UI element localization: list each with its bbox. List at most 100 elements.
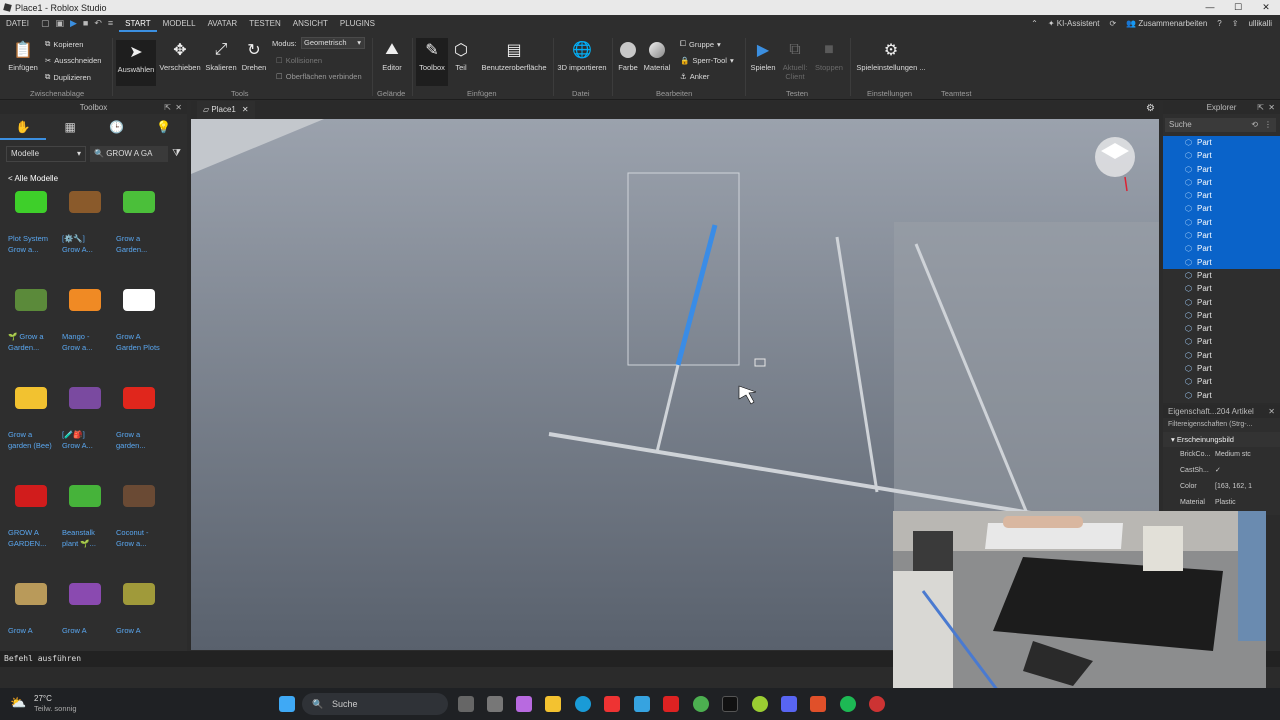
tab-marketplace-icon[interactable]: ✋ [0,114,47,140]
help-icon[interactable]: ? [1217,19,1221,28]
menu-testen[interactable]: TESTEN [243,15,287,32]
undo-icon[interactable]: ↶ [94,18,102,29]
lock-tool-button[interactable]: 🔒 Sperr-Tool ▾ [680,56,734,65]
collaborate-button[interactable]: 👥 Zusammenarbeiten [1126,19,1207,28]
start-icon[interactable] [279,696,295,712]
menu-datei[interactable]: DATEI [0,15,35,32]
roblox-studio-icon[interactable] [810,696,826,712]
explorer-row[interactable]: ⬡ Part [1163,282,1280,295]
play-button[interactable]: ▶ Spielen [748,40,778,72]
model-tile[interactable]: Plot System Grow a... [8,179,61,277]
app-color-icon[interactable] [869,696,885,712]
chrome-icon[interactable] [693,696,709,712]
part-button[interactable]: ⬡ Teil [450,40,472,72]
maximize-button[interactable]: ☐ [1224,0,1252,15]
task-view-icon[interactable] [458,696,474,712]
model-tile[interactable]: GROW A GARDEN... [8,473,61,571]
copy-button[interactable]: ⧉ Kopieren [45,39,83,49]
model-tile[interactable]: [🧪🎒] Grow A... [62,375,115,473]
viewport-settings-icon[interactable]: ⚙ [1146,103,1155,114]
toolbox-search-input[interactable]: 🔍 GROW A GA [90,146,169,162]
close-icon[interactable]: ✕ [242,105,249,114]
anchor-button[interactable]: ⚓ Anker [680,72,709,81]
explorer-row[interactable]: ⬡ Part [1163,322,1280,335]
minimize-button[interactable]: — [1196,0,1224,15]
explorer-row[interactable]: ⬡ Part [1163,375,1280,388]
model-tile[interactable]: Grow a garden (Bee) [8,375,61,473]
property-value[interactable]: [163, 162, 1 [1215,479,1280,495]
cut-button[interactable]: ✂ Ausschneiden [45,56,101,65]
play-icon[interactable]: ▶ [70,18,77,29]
history-icon[interactable]: ⟲ [1251,118,1258,132]
property-value[interactable]: ✓ [1215,463,1280,479]
property-value[interactable]: Medium stc [1215,447,1280,463]
popout-icon[interactable]: ⇱ [1257,101,1264,114]
close-icon[interactable]: ✕ [1268,405,1275,418]
gui-button[interactable]: ▤ Benutzeroberfläche [478,40,550,72]
terrain-editor-button[interactable]: ⛰ Editor [378,40,406,72]
explorer-row[interactable]: ⬡ Part [1163,255,1280,269]
property-row[interactable]: CastSh... ✓ [1163,463,1280,479]
redo-icon[interactable]: ≡ [108,18,113,29]
app-smile-icon[interactable] [752,696,768,712]
model-tile[interactable]: 🌱 Grow a Garden... [8,277,61,375]
save-icon[interactable]: ▣ [55,18,64,29]
filter-icon[interactable]: ⧩ [172,146,181,162]
ai-assistant-button[interactable]: ✦ KI-Assistent [1048,19,1100,28]
explorer-row[interactable]: ⬡ Part [1163,175,1280,190]
explorer-row[interactable]: ⬡ Part [1163,162,1280,176]
model-tile[interactable]: Coconut - Grow a... [116,473,169,571]
explorer-row[interactable]: ⬡ Part [1163,229,1280,243]
tab-recent-icon[interactable]: 🕒 [94,120,140,134]
collapse-ribbon-icon[interactable]: ⌃ [1031,19,1038,28]
model-tile[interactable]: Grow AGarden Pe... [8,571,61,634]
explorer-row[interactable]: ⬡ Part [1163,349,1280,362]
copilot-icon[interactable] [516,696,532,712]
category-dropdown[interactable]: Modelle ▾ [6,146,86,162]
menu-plugins[interactable]: PLUGINS [334,15,381,32]
section-appearance[interactable]: ▾ Erscheinungsbild [1163,432,1280,447]
toolbox-button[interactable]: ✎ Toolbox [416,38,448,86]
paste-button[interactable]: 📋 Einfügen [6,40,40,72]
properties-filter-input[interactable]: Filtereigenschaften (Strg-... [1163,418,1280,432]
model-tile[interactable]: Beanstalk plant 🌱... [62,473,115,571]
rotate-tool-button[interactable]: ↻ Drehen [240,40,268,72]
color-button[interactable]: Farbe [616,40,640,72]
property-row[interactable]: Material Plastic [1163,495,1280,511]
property-row[interactable]: BrickCo... Medium stc [1163,447,1280,463]
explorer-row[interactable]: ⬡ Part [1163,335,1280,348]
stop-icon[interactable]: ■ [83,18,88,29]
model-tile[interactable]: Grow a Garden... [116,179,169,277]
select-tool-button[interactable]: ➤ Auswählen [116,40,156,86]
collisions-toggle[interactable]: ☐ Kollisionen [276,56,322,65]
command-input[interactable]: Befehl ausführen [4,654,81,663]
widgets-icon[interactable] [487,696,503,712]
new-file-icon[interactable]: ▢ [41,18,50,29]
app-red-icon[interactable] [604,696,620,712]
tab-creations-icon[interactable]: 💡 [141,120,187,134]
user-name[interactable]: ullikalli [1248,19,1272,28]
spotify-icon[interactable] [840,696,856,712]
popout-icon[interactable]: ⇱ [164,101,171,114]
close-button[interactable]: ✕ [1252,0,1280,15]
stop-button[interactable]: ■ Stoppen [812,40,846,72]
menu-ansicht[interactable]: ANSICHT [287,15,334,32]
group-button[interactable]: ⧠ Gruppe ▾ [680,39,721,49]
mode-select[interactable]: Geometrisch ▾ [301,37,365,49]
menu-avatar[interactable]: AVATAR [202,15,244,32]
edge-icon[interactable] [575,696,591,712]
model-tile[interactable]: Grow AGarden -... [116,571,169,634]
taskbar-search[interactable]: 🔍 Suche [302,693,448,715]
explorer-search-input[interactable]: Suche ⟲ ⋮ [1165,118,1276,132]
client-mode-button[interactable]: ⧉ Aktuell: Client [780,40,810,81]
model-tile[interactable]: Grow AGarden Ge... [62,571,115,634]
explorer-row[interactable]: ⬡ Part [1163,362,1280,375]
explorer-row[interactable]: ⬡ Part [1163,389,1280,402]
model-tile[interactable]: Grow a garden... [116,375,169,473]
explorer-row[interactable]: ⬡ Part [1163,189,1280,203]
scale-tool-button[interactable]: ⤢ Skalieren [203,40,239,72]
explorer-row[interactable]: ⬡ Part [1163,149,1280,163]
move-tool-button[interactable]: ✥ Verschieben [158,40,202,72]
menu-modell[interactable]: MODELL [157,15,202,32]
discord-icon[interactable] [781,696,797,712]
